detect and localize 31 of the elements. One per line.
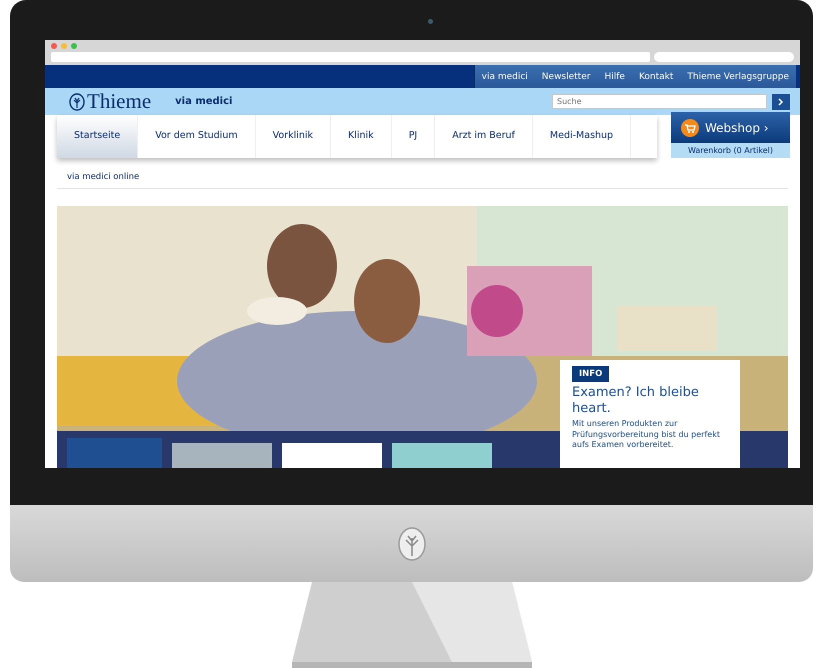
top-link[interactable]: Newsletter — [534, 65, 598, 88]
close-icon[interactable] — [51, 43, 57, 49]
nav-tab[interactable]: Vor dem Studium — [138, 115, 256, 158]
top-link[interactable]: Hilfe — [597, 65, 632, 88]
card-text: Mit unseren Produkten zur Prüfungsvorbereitung bist du perfekt aufs Examen vorbereitet. — [572, 419, 721, 450]
top-link[interactable]: Thieme Verlagsgruppe — [680, 65, 796, 88]
search-field[interactable] — [654, 52, 794, 62]
nav-tab[interactable]: Medi-Mashup — [532, 115, 632, 158]
breadcrumb-link[interactable]: via medici online — [57, 172, 788, 189]
site-title: via medici — [175, 96, 232, 108]
tree-icon — [396, 526, 426, 562]
camera-icon — [428, 19, 433, 24]
info-badge: INFO — [572, 366, 610, 382]
search-button[interactable] — [772, 94, 790, 110]
minimize-icon[interactable] — [61, 43, 67, 49]
address-field[interactable] — [51, 52, 650, 62]
logo[interactable]: Thieme — [69, 89, 152, 114]
maximize-icon[interactable] — [71, 43, 77, 49]
nav-tab[interactable]: PJ — [392, 115, 436, 158]
tree-icon — [69, 92, 85, 111]
cart-icon — [681, 118, 699, 137]
card-title[interactable]: Examen? Ich bleibe heart. — [572, 385, 728, 416]
chevron-right-icon — [778, 98, 784, 106]
search-field[interactable]: Suche — [552, 94, 767, 110]
nav-tab[interactable]: Startseite — [57, 115, 138, 158]
nav-tab[interactable]: Vorklinik — [256, 115, 332, 158]
top-link[interactable]: Kontakt — [632, 65, 680, 88]
nav-tab[interactable]: Arzt im Beruf — [435, 115, 533, 158]
cart-link[interactable]: Warenkorb (0 Artikel) — [671, 143, 790, 158]
webshop-button[interactable]: Webshop › — [671, 112, 790, 144]
nav-tab[interactable]: Klinik — [331, 115, 392, 158]
